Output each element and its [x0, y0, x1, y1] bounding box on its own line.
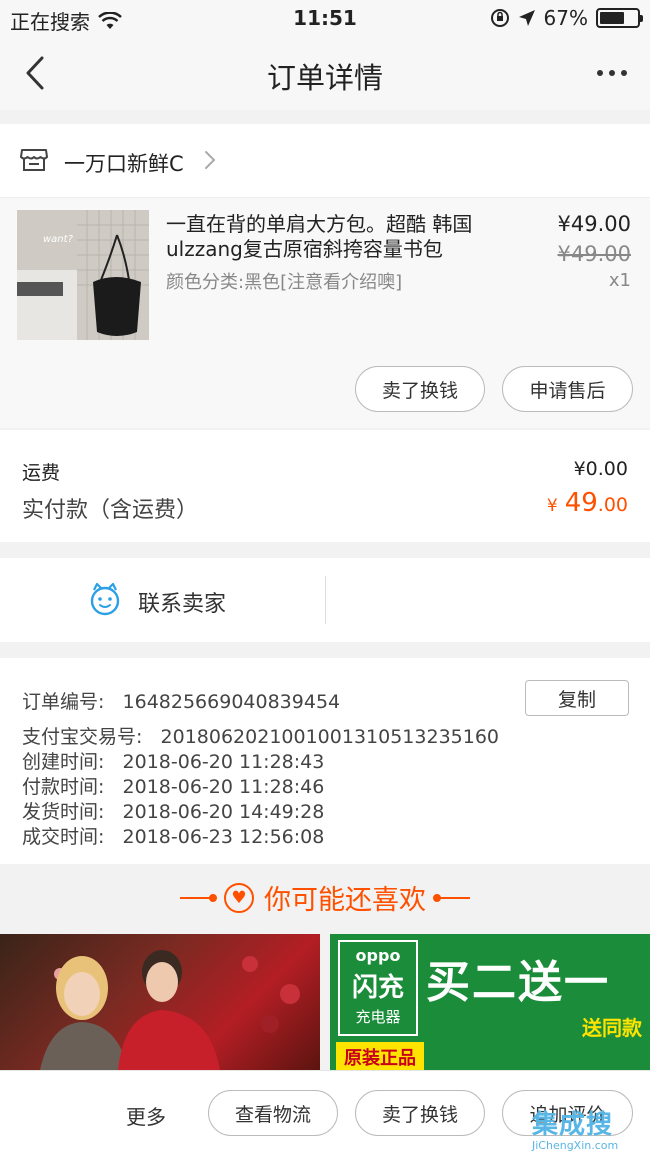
shipped-time: 2018-06-20 14:49:28: [122, 801, 325, 823]
paid-amount: ¥ 49.00: [547, 488, 628, 518]
recommend-item-2[interactable]: oppo 闪充 充电器 买二送一 送同款 原装正品: [330, 934, 650, 1070]
product-name[interactable]: 一直在背的单肩大方包。超酷 韩国ulzzang复古原宿斜挎容量书包: [166, 212, 506, 262]
seller-chat-icon[interactable]: [88, 582, 122, 616]
shop-name[interactable]: 一万口新鲜C: [64, 148, 184, 178]
sell-button-bottom[interactable]: 卖了换钱: [355, 1090, 485, 1136]
product-item[interactable]: want? 一直在背的单肩大方包。超酷 韩国ulzzang复古原宿斜挎容量书包 …: [0, 198, 650, 428]
product-photo: want?: [17, 210, 149, 340]
created-label: 创建时间:: [22, 751, 105, 773]
recommend-title-wrap: ♥ 你可能还喜欢: [0, 878, 650, 917]
ad-brand-box: oppo 闪充 充电器: [338, 940, 418, 1036]
more-button[interactable]: 更多: [126, 1101, 166, 1130]
battery-icon: [596, 8, 643, 28]
page-title: 订单详情: [266, 61, 383, 95]
product-quantity: x1: [608, 270, 631, 291]
watermark-url: JiChengXin.com: [532, 1139, 619, 1152]
recommend-header: ♥ 你可能还喜欢: [0, 864, 650, 934]
shipping-value: ¥0.00: [573, 458, 628, 480]
paid-integer: 49: [564, 488, 598, 518]
product-original-price: ¥49.00: [557, 242, 631, 266]
battery-fill: [600, 12, 625, 24]
paid-time-row: 付款时间: 2018-06-20 11:28:46: [22, 772, 324, 799]
alipay-number: 2018062021001001310513235160: [160, 726, 500, 748]
created-row: 创建时间: 2018-06-20 11:28:43: [22, 747, 324, 774]
ad-brand: oppo: [355, 946, 401, 965]
ad-subline: 送同款: [582, 1016, 642, 1040]
location-icon: [518, 10, 535, 26]
product-price: ¥49.00: [557, 212, 631, 236]
order-number-row: 订单编号: 164825669040839454: [22, 687, 340, 714]
shipping-label: 运费: [22, 462, 61, 484]
contact-seller-button[interactable]: 联系卖家: [138, 586, 226, 618]
right-dash: [433, 893, 470, 902]
order-number: 164825669040839454: [122, 691, 341, 713]
chevron-right-icon: [205, 151, 216, 169]
shipped-label: 发货时间:: [22, 801, 105, 823]
shipping-row: 运费 ¥0.00: [22, 458, 628, 485]
ad-headline: 买二送一: [426, 957, 610, 1008]
order-number-label: 订单编号:: [22, 691, 105, 713]
ad-brand-sub: 充电器: [355, 1008, 401, 1026]
product-image-label: want?: [43, 234, 74, 245]
alipay-row: 支付宝交易号: 2018062021001001310513235160: [22, 722, 499, 749]
created-time: 2018-06-20 11:28:43: [122, 751, 325, 773]
recommend-title: 你可能还喜欢: [264, 885, 426, 916]
watermark: 集成搜 JiChengXin.com: [532, 1104, 648, 1156]
product-sku: 颜色分类:黑色[注意看介绍噢]: [166, 272, 403, 293]
shop-header[interactable]: 一万口新鲜C: [0, 124, 650, 198]
completed-time: 2018-06-23 12:56:08: [122, 826, 325, 848]
recommend-photo-1: [40, 950, 300, 1070]
copy-button[interactable]: 复制: [525, 680, 629, 716]
ad-tag: 原装正品: [336, 1042, 424, 1070]
more-icon[interactable]: [592, 58, 632, 88]
completed-row: 成交时间: 2018-06-23 12:56:08: [22, 822, 324, 849]
left-dash: [180, 893, 217, 902]
status-bar: 正在搜索 11:51 67%: [0, 0, 650, 36]
alipay-label: 支付宝交易号:: [22, 726, 143, 748]
view-logistics-button[interactable]: 查看物流: [208, 1090, 338, 1136]
heart-icon: ♥: [224, 882, 254, 913]
completed-label: 成交时间:: [22, 826, 105, 848]
shop-icon: [20, 149, 48, 171]
battery-percent: 67%: [543, 6, 588, 30]
paid-label: 实付款（含运费）: [22, 498, 199, 523]
fees-section: 运费 ¥0.00 实付款（含运费） ¥ 49.00: [0, 430, 650, 542]
paid-time-label: 付款时间:: [22, 776, 105, 798]
order-info: 订单编号: 164825669040839454 复制 支付宝交易号: 2018…: [0, 658, 650, 864]
paid-row: 实付款（含运费） ¥ 49.00: [22, 488, 628, 524]
sell-button[interactable]: 卖了换钱: [355, 366, 485, 412]
orientation-lock-icon: [490, 9, 509, 27]
recommend-item-1[interactable]: [0, 934, 320, 1070]
ad-brand-big: 闪充: [351, 973, 404, 1003]
paid-decimal: .00: [597, 494, 628, 516]
divider: [325, 576, 326, 624]
contact-seller-bar: 联系卖家: [0, 558, 650, 642]
paid-time: 2018-06-20 11:28:46: [122, 776, 325, 798]
shipped-row: 发货时间: 2018-06-20 14:49:28: [22, 797, 324, 824]
paid-currency: ¥: [546, 496, 558, 516]
watermark-text: 集成搜: [532, 1110, 614, 1140]
after-sale-button[interactable]: 申请售后: [502, 366, 633, 412]
product-image[interactable]: want?: [17, 210, 149, 340]
nav-bar: 订单详情: [0, 36, 650, 110]
status-right: 67%: [490, 6, 643, 30]
